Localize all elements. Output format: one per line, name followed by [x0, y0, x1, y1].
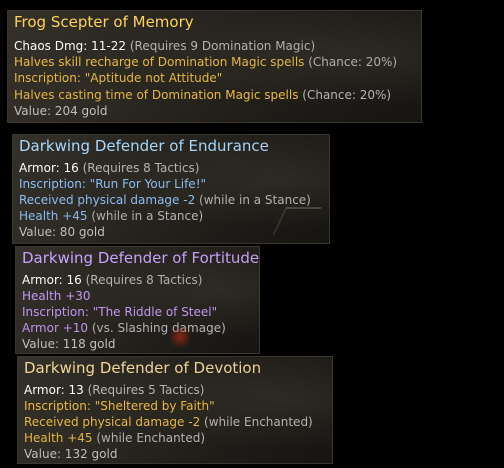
tooltip-frog-scepter: Frog Scepter of Memory Chaos Dmg: 11-22 …	[7, 10, 422, 123]
inscription-line: Inscription: "The Riddle of Steel"	[22, 305, 218, 319]
item-title: Darkwing Defender of Fortitude	[22, 249, 260, 267]
mod-line: Armor +10 (vs. Slashing damage)	[22, 321, 226, 335]
mod-line: Received physical damage -2 (while in a …	[19, 193, 311, 207]
inscription-line: Inscription: "Aptitude not Attitude"	[14, 71, 223, 85]
value-line: Value: 118 gold	[22, 337, 116, 351]
value-line: Value: 80 gold	[19, 225, 105, 239]
mod-line: Halves casting time of Domination Magic …	[14, 88, 392, 102]
item-title: Darkwing Defender of Endurance	[19, 137, 269, 155]
red-glow-decoration	[168, 326, 192, 348]
tooltip-defender-devotion: Darkwing Defender of Devotion Armor: 13 …	[17, 356, 333, 464]
mod-line: Health +45 (while Enchanted)	[24, 431, 206, 445]
stat-line: Chaos Dmg: 11-22 (Requires 9 Domination …	[14, 39, 316, 53]
stat-line: Armor: 16 (Requires 8 Tactics)	[19, 161, 200, 175]
shield-emblem-icon	[272, 207, 322, 235]
inscription-line: Inscription: "Run For Your Life!"	[19, 177, 207, 191]
value-line: Value: 132 gold	[24, 447, 118, 461]
stat-line: Armor: 16 (Requires 8 Tactics)	[22, 273, 203, 287]
mod-line: Received physical damage -2 (while Encha…	[24, 415, 313, 429]
mod-line: Halves skill recharge of Domination Magi…	[14, 55, 398, 69]
value-line: Value: 204 gold	[14, 104, 108, 118]
tooltip-defender-fortitude: Darkwing Defender of Fortitude Armor: 16…	[15, 246, 260, 354]
stat-line: Armor: 13 (Requires 5 Tactics)	[24, 383, 205, 397]
mod-line: Health +45 (while in a Stance)	[19, 209, 204, 223]
mod-line: Health +30	[22, 289, 91, 303]
item-title: Darkwing Defender of Devotion	[24, 359, 262, 377]
inscription-line: Inscription: "Sheltered by Faith"	[24, 399, 215, 413]
tooltip-defender-endurance: Darkwing Defender of Endurance Armor: 16…	[12, 134, 330, 244]
item-title: Frog Scepter of Memory	[14, 13, 194, 31]
